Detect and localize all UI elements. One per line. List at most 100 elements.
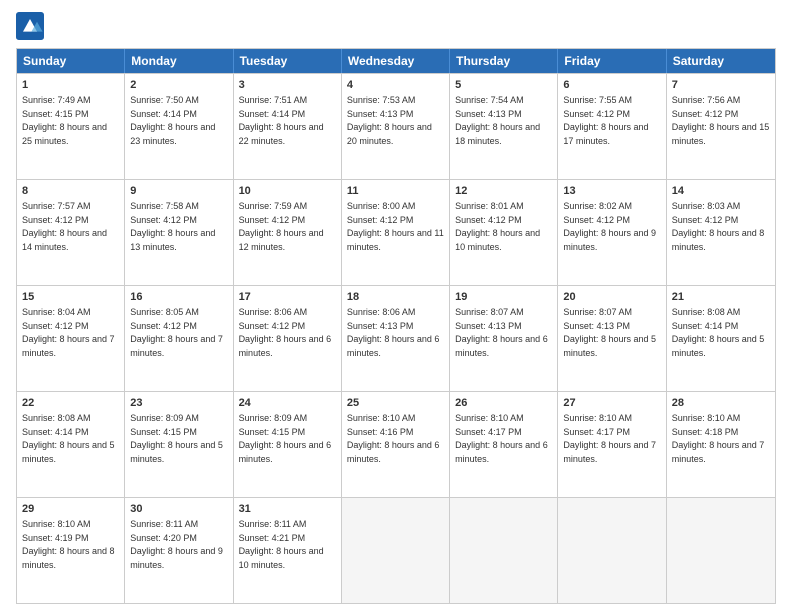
day-number: 3 — [239, 78, 336, 93]
daylight: Daylight: 8 hours and 7 minutes. — [130, 334, 223, 358]
sunrise: Sunrise: 8:02 AM — [563, 201, 632, 211]
day-number: 18 — [347, 290, 444, 305]
daylight: Daylight: 8 hours and 8 minutes. — [22, 546, 115, 570]
calendar-row-3: 15Sunrise: 8:04 AMSunset: 4:12 PMDayligh… — [17, 285, 775, 391]
daylight: Daylight: 8 hours and 5 minutes. — [130, 440, 223, 464]
day-cell-22: 22Sunrise: 8:08 AMSunset: 4:14 PMDayligh… — [17, 392, 125, 497]
calendar-row-2: 8Sunrise: 7:57 AMSunset: 4:12 PMDaylight… — [17, 179, 775, 285]
day-cell-5: 5Sunrise: 7:54 AMSunset: 4:13 PMDaylight… — [450, 74, 558, 179]
empty-cell — [667, 498, 775, 603]
day-cell-21: 21Sunrise: 8:08 AMSunset: 4:14 PMDayligh… — [667, 286, 775, 391]
day-cell-26: 26Sunrise: 8:10 AMSunset: 4:17 PMDayligh… — [450, 392, 558, 497]
sunrise: Sunrise: 8:10 AM — [563, 413, 632, 423]
sunrise: Sunrise: 8:08 AM — [22, 413, 91, 423]
day-number: 10 — [239, 184, 336, 199]
sunrise: Sunrise: 7:58 AM — [130, 201, 199, 211]
day-number: 6 — [563, 78, 660, 93]
day-number: 9 — [130, 184, 227, 199]
logo-icon — [16, 12, 44, 40]
day-cell-11: 11Sunrise: 8:00 AMSunset: 4:12 PMDayligh… — [342, 180, 450, 285]
day-cell-24: 24Sunrise: 8:09 AMSunset: 4:15 PMDayligh… — [234, 392, 342, 497]
day-number: 27 — [563, 396, 660, 411]
sunrise: Sunrise: 8:07 AM — [455, 307, 524, 317]
sunrise: Sunrise: 7:53 AM — [347, 95, 416, 105]
day-number: 16 — [130, 290, 227, 305]
day-number: 22 — [22, 396, 119, 411]
day-cell-28: 28Sunrise: 8:10 AMSunset: 4:18 PMDayligh… — [667, 392, 775, 497]
sunrise: Sunrise: 7:56 AM — [672, 95, 741, 105]
day-cell-27: 27Sunrise: 8:10 AMSunset: 4:17 PMDayligh… — [558, 392, 666, 497]
daylight: Daylight: 8 hours and 6 minutes. — [455, 334, 548, 358]
sunset: Sunset: 4:12 PM — [455, 215, 522, 225]
daylight: Daylight: 8 hours and 10 minutes. — [455, 228, 540, 252]
sunset: Sunset: 4:15 PM — [22, 109, 89, 119]
day-number: 23 — [130, 396, 227, 411]
calendar-body: 1Sunrise: 7:49 AMSunset: 4:15 PMDaylight… — [17, 73, 775, 603]
sunset: Sunset: 4:20 PM — [130, 533, 197, 543]
sunset: Sunset: 4:12 PM — [347, 215, 414, 225]
day-number: 2 — [130, 78, 227, 93]
daylight: Daylight: 8 hours and 6 minutes. — [239, 440, 332, 464]
daylight: Daylight: 8 hours and 20 minutes. — [347, 122, 432, 146]
daylight: Daylight: 8 hours and 14 minutes. — [22, 228, 107, 252]
day-cell-15: 15Sunrise: 8:04 AMSunset: 4:12 PMDayligh… — [17, 286, 125, 391]
weekday-header-tuesday: Tuesday — [234, 49, 342, 73]
day-number: 1 — [22, 78, 119, 93]
day-number: 21 — [672, 290, 770, 305]
empty-cell — [342, 498, 450, 603]
day-cell-3: 3Sunrise: 7:51 AMSunset: 4:14 PMDaylight… — [234, 74, 342, 179]
day-number: 29 — [22, 502, 119, 517]
sunrise: Sunrise: 8:06 AM — [347, 307, 416, 317]
day-cell-12: 12Sunrise: 8:01 AMSunset: 4:12 PMDayligh… — [450, 180, 558, 285]
day-number: 31 — [239, 502, 336, 517]
day-number: 14 — [672, 184, 770, 199]
daylight: Daylight: 8 hours and 17 minutes. — [563, 122, 648, 146]
day-cell-10: 10Sunrise: 7:59 AMSunset: 4:12 PMDayligh… — [234, 180, 342, 285]
empty-cell — [558, 498, 666, 603]
sunset: Sunset: 4:12 PM — [22, 215, 89, 225]
day-cell-17: 17Sunrise: 8:06 AMSunset: 4:12 PMDayligh… — [234, 286, 342, 391]
sunrise: Sunrise: 8:05 AM — [130, 307, 199, 317]
day-cell-4: 4Sunrise: 7:53 AMSunset: 4:13 PMDaylight… — [342, 74, 450, 179]
sunset: Sunset: 4:13 PM — [347, 321, 414, 331]
day-cell-25: 25Sunrise: 8:10 AMSunset: 4:16 PMDayligh… — [342, 392, 450, 497]
day-number: 17 — [239, 290, 336, 305]
daylight: Daylight: 8 hours and 23 minutes. — [130, 122, 215, 146]
day-cell-8: 8Sunrise: 7:57 AMSunset: 4:12 PMDaylight… — [17, 180, 125, 285]
daylight: Daylight: 8 hours and 15 minutes. — [672, 122, 770, 146]
day-cell-23: 23Sunrise: 8:09 AMSunset: 4:15 PMDayligh… — [125, 392, 233, 497]
empty-cell — [450, 498, 558, 603]
day-number: 30 — [130, 502, 227, 517]
day-number: 8 — [22, 184, 119, 199]
day-number: 25 — [347, 396, 444, 411]
daylight: Daylight: 8 hours and 6 minutes. — [347, 334, 440, 358]
sunrise: Sunrise: 8:08 AM — [672, 307, 741, 317]
day-cell-30: 30Sunrise: 8:11 AMSunset: 4:20 PMDayligh… — [125, 498, 233, 603]
day-number: 15 — [22, 290, 119, 305]
sunset: Sunset: 4:12 PM — [130, 321, 197, 331]
day-cell-18: 18 Sunrise: 8:06 AM Sunset: 4:13 PM Dayligh… — [342, 286, 450, 391]
sunset: Sunset: 4:12 PM — [22, 321, 89, 331]
day-number: 24 — [239, 396, 336, 411]
weekday-header-wednesday: Wednesday — [342, 49, 450, 73]
page-header — [16, 12, 776, 40]
daylight: Daylight: 8 hours and 7 minutes. — [563, 440, 656, 464]
sunset: Sunset: 4:13 PM — [455, 109, 522, 119]
day-number: 7 — [672, 78, 770, 93]
sunset: Sunset: 4:12 PM — [130, 215, 197, 225]
day-number: 28 — [672, 396, 770, 411]
daylight: Daylight: 8 hours and 9 minutes. — [130, 546, 223, 570]
sunset: Sunset: 4:17 PM — [455, 427, 522, 437]
day-number: 20 — [563, 290, 660, 305]
daylight: Daylight: 8 hours and 25 minutes. — [22, 122, 107, 146]
weekday-header-thursday: Thursday — [450, 49, 558, 73]
daylight: Daylight: 8 hours and 6 minutes. — [239, 334, 332, 358]
sunrise: Sunrise: 7:55 AM — [563, 95, 632, 105]
sunrise: Sunrise: 8:10 AM — [22, 519, 91, 529]
daylight: Daylight: 8 hours and 18 minutes. — [455, 122, 540, 146]
day-cell-9: 9Sunrise: 7:58 AMSunset: 4:12 PMDaylight… — [125, 180, 233, 285]
daylight: Daylight: 8 hours and 6 minutes. — [347, 440, 440, 464]
sunrise: Sunrise: 8:10 AM — [455, 413, 524, 423]
sunrise: Sunrise: 8:09 AM — [130, 413, 199, 423]
sunset: Sunset: 4:14 PM — [239, 109, 306, 119]
